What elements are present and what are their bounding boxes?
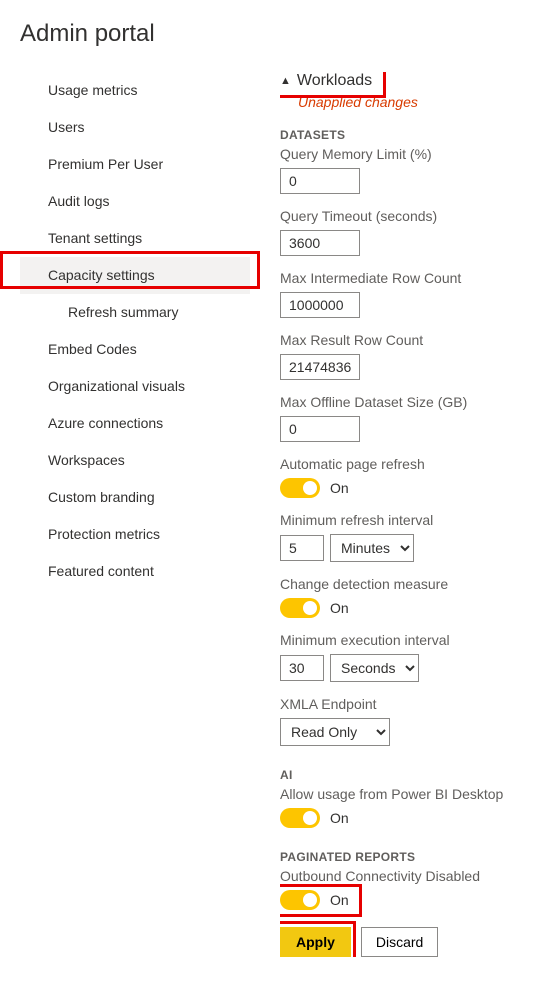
min-execution-label: Minimum execution interval: [280, 632, 557, 648]
workloads-panel: ▲ Workloads Unapplied changes DATASETS Q…: [280, 72, 557, 957]
paginated-group-label: PAGINATED REPORTS: [280, 850, 557, 864]
xmla-select[interactable]: Read Only: [280, 718, 390, 746]
xmla-label: XMLA Endpoint: [280, 696, 557, 712]
change-detection-toggle[interactable]: [280, 598, 320, 618]
sidebar-item-users[interactable]: Users: [20, 109, 250, 146]
sidebar-item-embed-codes[interactable]: Embed Codes: [20, 331, 250, 368]
query-memory-input[interactable]: [280, 168, 360, 194]
sidebar-item-protection-metrics[interactable]: Protection metrics: [20, 516, 250, 553]
max-intermediate-label: Max Intermediate Row Count: [280, 270, 557, 286]
highlight-workloads-header: [280, 72, 386, 98]
query-timeout-label: Query Timeout (seconds): [280, 208, 557, 224]
min-refresh-input[interactable]: [280, 535, 324, 561]
auto-refresh-state: On: [330, 480, 349, 496]
ai-allow-desktop-label: Allow usage from Power BI Desktop: [280, 786, 557, 802]
highlight-apply-button: [280, 921, 356, 957]
change-detection-label: Change detection measure: [280, 576, 557, 592]
change-detection-state: On: [330, 600, 349, 616]
highlight-capacity-settings: [0, 251, 260, 289]
sidebar-item-workspaces[interactable]: Workspaces: [20, 442, 250, 479]
auto-refresh-toggle[interactable]: [280, 478, 320, 498]
sidebar-item-organizational-visuals[interactable]: Organizational visuals: [20, 368, 250, 405]
page-title: Admin portal: [20, 20, 557, 48]
query-memory-label: Query Memory Limit (%): [280, 146, 557, 162]
max-offline-input[interactable]: [280, 416, 360, 442]
max-result-label: Max Result Row Count: [280, 332, 557, 348]
sidebar-item-azure-connections[interactable]: Azure connections: [20, 405, 250, 442]
max-result-input[interactable]: [280, 354, 360, 380]
max-offline-label: Max Offline Dataset Size (GB): [280, 394, 557, 410]
ai-allow-desktop-toggle[interactable]: [280, 808, 320, 828]
sidebar-item-audit-logs[interactable]: Audit logs: [20, 183, 250, 220]
max-intermediate-input[interactable]: [280, 292, 360, 318]
min-execution-input[interactable]: [280, 655, 324, 681]
sidebar-item-premium-per-user[interactable]: Premium Per User: [20, 146, 250, 183]
ai-allow-desktop-state: On: [330, 810, 349, 826]
datasets-group-label: DATASETS: [280, 128, 557, 142]
min-refresh-unit-select[interactable]: Minutes: [330, 534, 414, 562]
outbound-toggle[interactable]: [280, 890, 320, 910]
sidebar-item-custom-branding[interactable]: Custom branding: [20, 479, 250, 516]
min-execution-unit-select[interactable]: Seconds: [330, 654, 419, 682]
outbound-label: Outbound Connectivity Disabled: [280, 868, 557, 884]
ai-group-label: AI: [280, 768, 557, 782]
sidebar-item-refresh-summary[interactable]: Refresh summary: [20, 294, 250, 331]
min-refresh-label: Minimum refresh interval: [280, 512, 557, 528]
auto-refresh-label: Automatic page refresh: [280, 456, 557, 472]
sidebar-item-featured-content[interactable]: Featured content: [20, 553, 250, 590]
discard-button[interactable]: Discard: [361, 927, 438, 957]
admin-sidebar: Usage metrics Users Premium Per User Aud…: [20, 72, 250, 957]
sidebar-item-usage-metrics[interactable]: Usage metrics: [20, 72, 250, 109]
query-timeout-input[interactable]: [280, 230, 360, 256]
